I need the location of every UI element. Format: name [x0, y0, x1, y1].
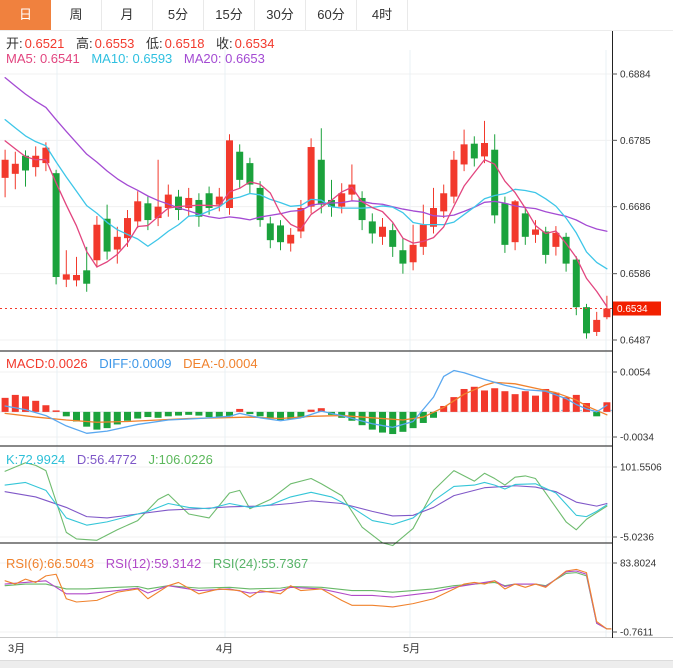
- svg-text:0.6884: 0.6884: [620, 70, 651, 81]
- low-value: 0.6518: [165, 36, 205, 51]
- gridlines: [0, 50, 612, 637]
- main-candles: [2, 121, 611, 339]
- ma10-value: MA10: 0.6593: [91, 51, 172, 66]
- ohlc-summary: 开:0.6521 高:0.6553 低:0.6518 收:0.6534: [6, 33, 282, 52]
- high-value: 0.6553: [95, 36, 135, 51]
- svg-text:0.0054: 0.0054: [620, 368, 651, 379]
- svg-text:3月: 3月: [8, 643, 25, 655]
- ma5-value: MA5: 0.6541: [6, 51, 80, 66]
- rsi6-value: RSI(6):66.5043: [6, 556, 94, 571]
- svg-text:-0.7611: -0.7611: [620, 628, 654, 639]
- rsi24-value: RSI(24):55.7367: [213, 556, 308, 571]
- tab-15min[interactable]: 15分: [204, 0, 255, 30]
- x-axis-labels: 3月 4月 5月: [8, 643, 420, 655]
- svg-text:0.6586: 0.6586: [620, 269, 651, 280]
- rsi-summary: RSI(6):66.5043 RSI(12):59.3142 RSI(24):5…: [6, 556, 316, 571]
- timeframe-tabs: 日 周 月 5分 15分 30分 60分 4时: [0, 0, 673, 31]
- last-price-line: 0.6534: [0, 302, 661, 316]
- svg-text:83.8024: 83.8024: [620, 559, 657, 570]
- tab-month[interactable]: 月: [102, 0, 153, 30]
- close-value: 0.6534: [235, 36, 275, 51]
- rsi12-value: RSI(12):59.3142: [106, 556, 201, 571]
- tab-5min[interactable]: 5分: [153, 0, 204, 30]
- high-label: 高:: [76, 36, 93, 51]
- svg-text:101.5506: 101.5506: [620, 463, 662, 474]
- kdj-summary: K:72.9924 D:56.4772 J:106.0226: [6, 452, 221, 467]
- svg-text:5月: 5月: [403, 643, 420, 655]
- ma-summary: MA5: 0.6541 MA10: 0.6593 MA20: 0.6653: [6, 51, 273, 66]
- trading-chart-app: 0.6534 0.6884 0.6785 0.6686 0.6586 0.6487 0.00…: [0, 0, 673, 668]
- tab-60min[interactable]: 60分: [306, 0, 357, 30]
- macd-summary: MACD:0.0026 DIFF:0.0009 DEA:-0.0004: [6, 356, 266, 371]
- svg-text:-5.0236: -5.0236: [620, 533, 654, 544]
- rsi-panel: [5, 569, 611, 629]
- open-label: 开:: [6, 36, 23, 51]
- svg-text:4月: 4月: [216, 643, 233, 655]
- open-value: 0.6521: [25, 36, 65, 51]
- svg-text:-0.0034: -0.0034: [620, 433, 654, 444]
- diff-value: DIFF:0.0009: [99, 356, 171, 371]
- kdj-panel: [5, 463, 607, 546]
- dea-value: DEA:-0.0004: [183, 356, 257, 371]
- ma20-value: MA20: 0.6653: [184, 51, 265, 66]
- ma-lines: [5, 78, 607, 307]
- tab-day[interactable]: 日: [0, 0, 51, 30]
- svg-text:0.6686: 0.6686: [620, 202, 651, 213]
- d-value: D:56.4772: [77, 452, 137, 467]
- macd-panel: [0, 371, 612, 435]
- panel-borders: [0, 30, 673, 638]
- y-axis-labels: 0.6884 0.6785 0.6686 0.6586 0.6487 0.0054 -0.0…: [612, 70, 662, 639]
- svg-text:0.6534: 0.6534: [617, 304, 648, 315]
- j-value: J:106.0226: [149, 452, 213, 467]
- svg-text:0.6487: 0.6487: [620, 336, 651, 347]
- tab-30min[interactable]: 30分: [255, 0, 306, 30]
- tab-week[interactable]: 周: [51, 0, 102, 30]
- svg-text:0.6785: 0.6785: [620, 136, 651, 147]
- k-value: K:72.9924: [6, 452, 65, 467]
- low-label: 低:: [146, 36, 163, 51]
- macd-value: MACD:0.0026: [6, 356, 88, 371]
- close-label: 收:: [216, 36, 233, 51]
- tab-4hour[interactable]: 4时: [357, 0, 408, 30]
